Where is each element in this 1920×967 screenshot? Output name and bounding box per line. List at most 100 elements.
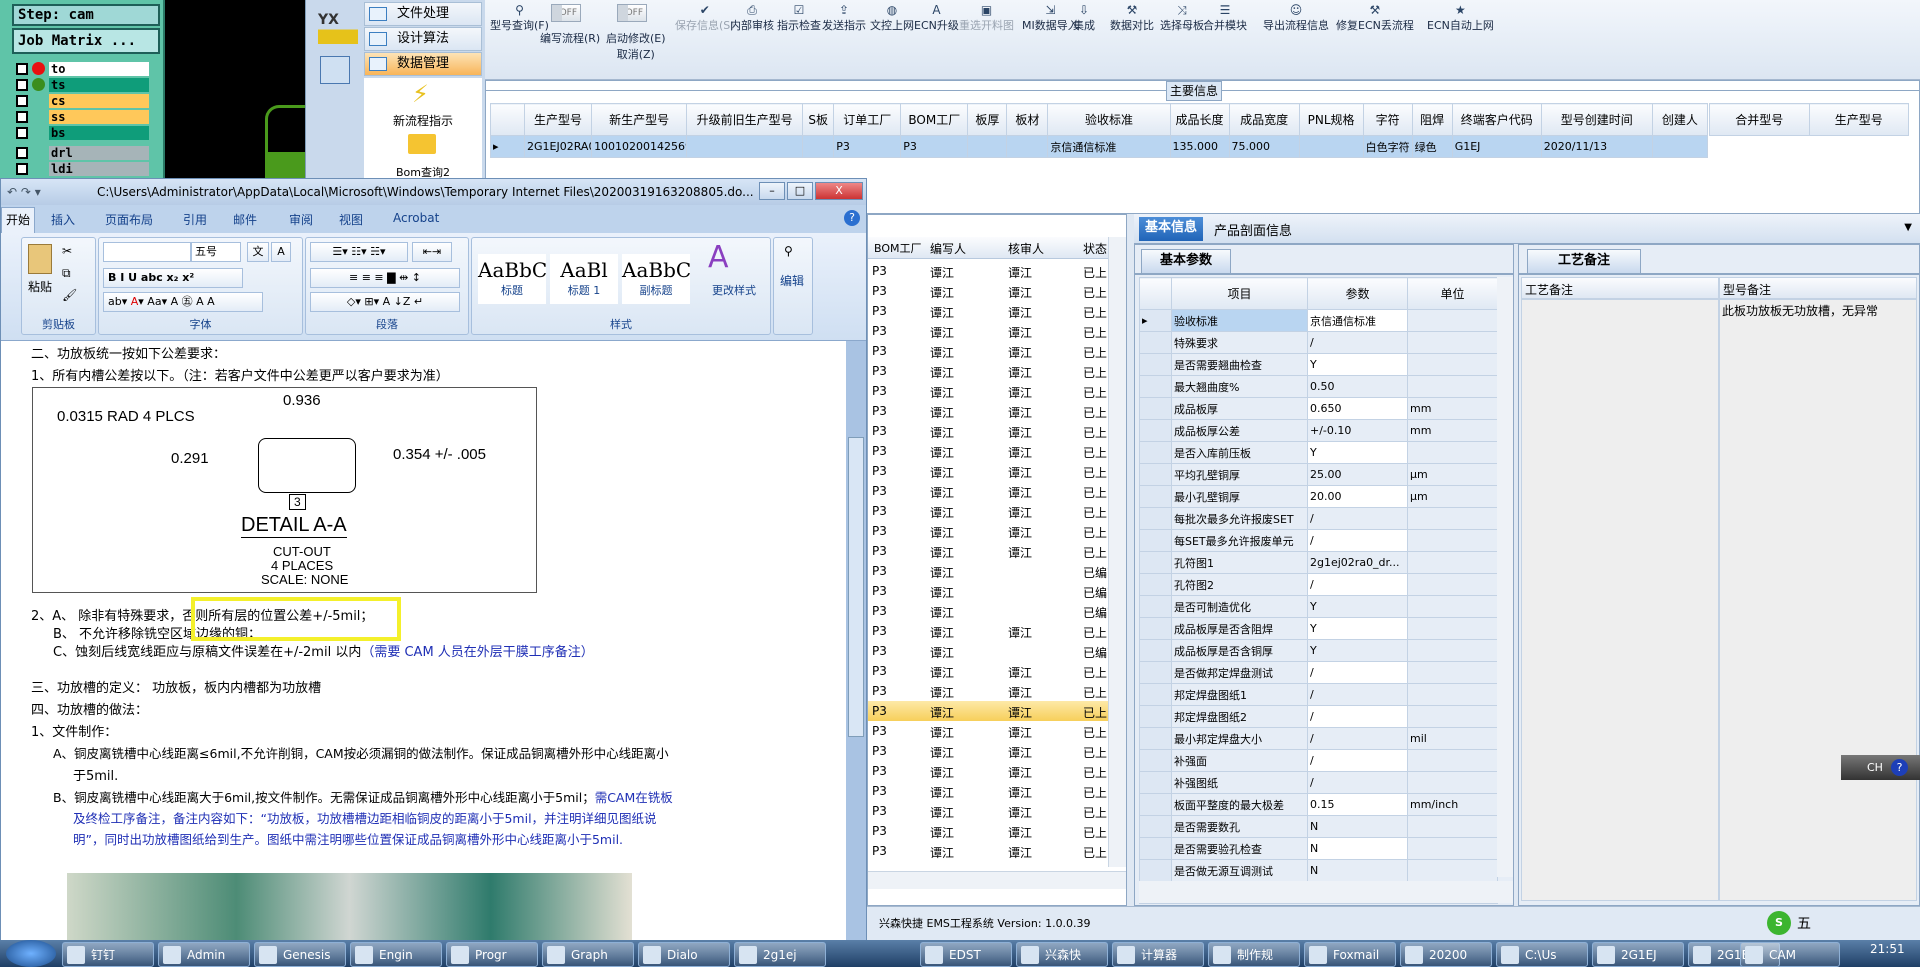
col-unit[interactable]: 单位 [1407,277,1498,310]
craft-notes-textarea[interactable] [1521,299,1719,901]
list-row[interactable]: P3 谭江 谭江 已上网 [868,801,1108,821]
language-bar[interactable]: CH ? [1841,755,1920,780]
col-param[interactable]: 参数 [1307,277,1408,310]
col-header[interactable]: S板 [802,103,835,136]
taskbar-item[interactable]: 2G1EJ [1592,942,1684,967]
param-row[interactable]: 孔符图2/ [1139,573,1498,596]
col-bom-factory[interactable]: BOM工厂 [874,240,922,256]
start-button[interactable] [6,940,56,967]
change-styles-button[interactable]: 更改样式 [712,282,756,298]
taskbar-item[interactable]: Dialo [638,942,730,967]
col-header[interactable]: BOM工厂 [900,103,969,136]
list-row[interactable]: P3 谭江 谭江 已上网 [868,501,1108,521]
list-row[interactable]: P3 谭江 谭江 已上网 [868,321,1108,341]
col-header[interactable]: 板厚 [967,103,1008,136]
list-row[interactable]: P3 谭江 谭江 已上网 [868,281,1108,301]
list-row[interactable]: P3 谭江 谭江 已上网 [868,441,1108,461]
list-hscrollbar[interactable] [868,871,1126,889]
param-row[interactable]: 是否入库前压板 Y [1139,441,1498,464]
document-scrollbar[interactable] [846,341,866,966]
param-value[interactable]: Y [1307,617,1408,640]
maximize-button[interactable]: □ [787,182,813,200]
font-color-buttons[interactable]: ab▾ A▾ Aa▾ A ㊄ A A [103,292,263,312]
param-row[interactable]: 是否可制造优化 Y [1139,595,1498,618]
list-row[interactable]: P3 谭江 已编写 [868,641,1108,661]
layer-row[interactable]: drl [16,146,149,160]
toolbar-button-15[interactable]: ☺ 导出流程信息 [1263,3,1329,33]
font-name-select[interactable] [103,242,191,262]
cell[interactable]: 2G1EJ02RA0 [524,135,593,158]
style-gallery-item[interactable]: AaBbC 标题 [478,254,547,304]
ribbon-tab[interactable]: Acrobat [393,211,439,225]
close-button[interactable]: X [815,182,863,200]
minimize-button[interactable]: – [759,182,785,200]
col-header[interactable]: 生产型号 [524,103,593,136]
list-scrollbar[interactable] [1108,237,1126,867]
param-value[interactable]: 25.00 [1307,463,1408,486]
calendar-link-icon[interactable] [320,56,350,84]
clock[interactable]: 21:51 [1870,942,1905,956]
tab-craft-notes[interactable]: 工艺备注 [1527,249,1642,273]
edit-button[interactable]: 编辑 [780,272,804,289]
col-header[interactable]: 成品长度 [1169,103,1230,136]
document-page[interactable]: 二、功放板统一按如下公差要求： 1、所有内槽公差按以下。（注：若客户文件中公差更… [1,341,846,966]
toolbar-button-14[interactable]: ☰ 合并模块 [1203,3,1247,33]
toolbar-button-11[interactable]: ⇩ 集成 [1073,3,1095,33]
param-value[interactable]: +/-0.10 [1307,419,1408,442]
indent-buttons[interactable]: ⇤⇥ [412,242,452,262]
param-value[interactable]: Y [1307,595,1408,618]
style-gallery-item[interactable]: AaBbC 副标题 [622,254,691,304]
list-row[interactable]: P3 谭江 已编写 [868,561,1108,581]
param-row[interactable]: 最小邦定焊盘大小 / mil [1139,727,1498,750]
param-value[interactable]: Y [1307,353,1408,376]
taskbar-item[interactable]: 计算器 [1112,942,1204,967]
layer-row[interactable]: ss [16,110,149,124]
col-header[interactable]: PNL规格 [1298,103,1364,136]
toolbar-button-12[interactable]: ⚒ 数据对比 [1110,3,1154,33]
list-row[interactable]: P3 谭江 谭江 已上网 [868,761,1108,781]
toolbar-button-16[interactable]: ⚒ 修复ECN丢流程 [1336,3,1414,33]
param-row[interactable]: 成品板厚公差 +/-0.10 mm [1139,419,1498,442]
param-value[interactable]: 京信通信标准 [1307,309,1408,332]
list-row[interactable]: P3 谭江 谭江 已上网 [868,421,1108,441]
col-header[interactable]: 验收标准 [1047,103,1171,136]
param-row[interactable]: 每SET最多允许报废单元 / [1139,529,1498,552]
param-row[interactable]: 每批次最多允许报废SET / [1139,507,1498,530]
model-notes-textarea[interactable]: 此板功放板无功放槽，无异常 [1719,299,1917,901]
param-row[interactable]: 是否做邦定焊盘测试 / [1139,661,1498,684]
layer-row[interactable]: to [16,62,149,76]
format-painter-icon[interactable]: 🖌 [62,288,77,302]
col-header[interactable]: 新生产型号 [591,103,688,136]
list-row[interactable]: P3 谭江 谭江 已上网 [868,821,1108,841]
chevron-down-icon[interactable]: ▼ [1904,222,1912,233]
cell[interactable] [802,135,835,158]
paste-button[interactable]: 粘贴 [28,278,52,295]
job-matrix-button[interactable]: Job Matrix ... [12,28,160,54]
cell[interactable]: 2020/11/13 [1540,135,1653,158]
param-value[interactable]: / [1307,529,1408,552]
cell[interactable]: 绿色 [1411,135,1453,158]
cut-icon[interactable]: ✂ [62,244,72,258]
ribbon-tab[interactable]: 邮件 [233,211,257,228]
toolbar-button-6[interactable]: ⇪ 发送指示 [822,3,866,33]
new-flow-button[interactable]: 新流程指示 [364,112,482,129]
col-header[interactable]: 升级前旧生产型号 [686,103,804,136]
cell[interactable]: 白色字符 [1362,135,1413,158]
taskbar-item[interactable]: 2g1ej [734,942,826,967]
help-icon[interactable]: ? [1891,759,1908,776]
col-reviewer[interactable]: 核审人 [1008,240,1044,257]
style-gallery-item[interactable]: AaBl 标题 1 [550,254,618,304]
layer-checkbox[interactable] [16,79,28,91]
cell[interactable]: P3 [900,135,969,158]
param-value[interactable]: 20.00 [1307,485,1408,508]
copy-icon[interactable]: ⧉ [62,266,71,281]
param-value[interactable]: / [1307,749,1408,772]
param-row[interactable]: 特殊要求 / [1139,331,1498,354]
ribbon-tab[interactable]: 审阅 [289,211,313,228]
taskbar-item[interactable]: Foxmail [1304,942,1396,967]
merge-col-header[interactable]: 合并型号 [1709,103,1810,136]
toolbar-button-1[interactable]: 编写流程(R) [540,30,600,46]
taskbar-item[interactable]: 钉钉 [62,942,154,967]
list-row[interactable]: P3 谭江 谭江 已上网 [868,701,1108,721]
toolbar-button-4[interactable]: ⎙ 内部审核 [730,3,774,33]
